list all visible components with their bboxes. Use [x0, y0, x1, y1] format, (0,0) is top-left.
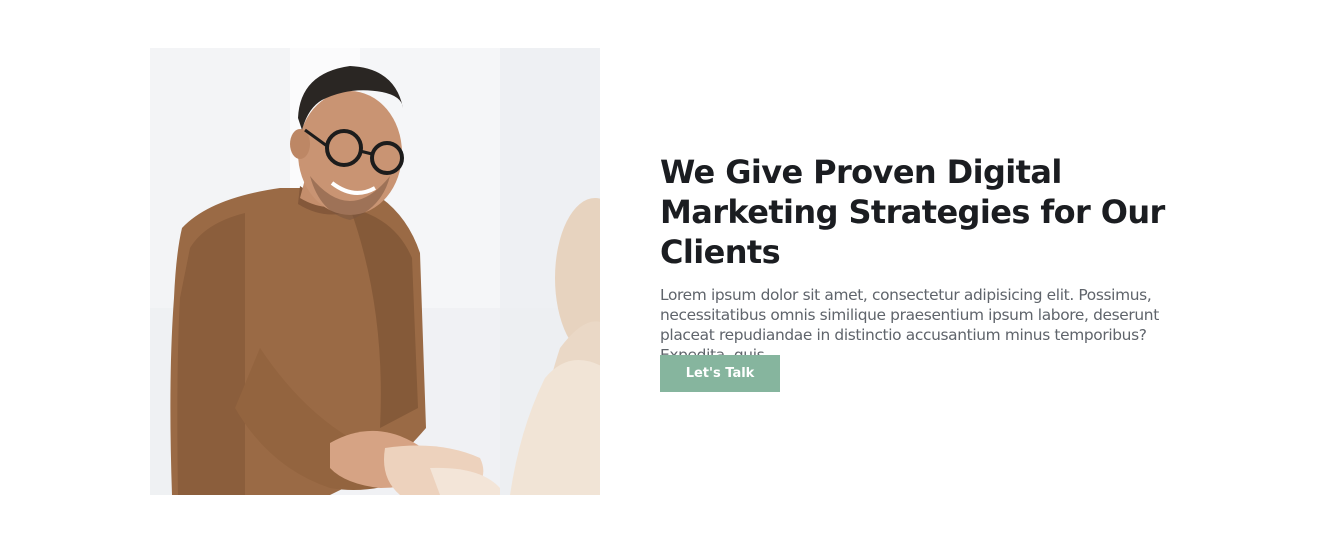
section-title: We Give Proven Digital Marketing Strateg…: [660, 153, 1165, 271]
about-content: We Give Proven Digital Marketing Strateg…: [660, 152, 1200, 392]
handshake-photo: [150, 48, 600, 495]
lets-talk-button[interactable]: Let's Talk: [660, 355, 780, 392]
section-description: Lorem ipsum dolor sit amet, consectetur …: [660, 286, 1159, 364]
about-section: We Give Proven Digital Marketing Strateg…: [0, 0, 1340, 544]
